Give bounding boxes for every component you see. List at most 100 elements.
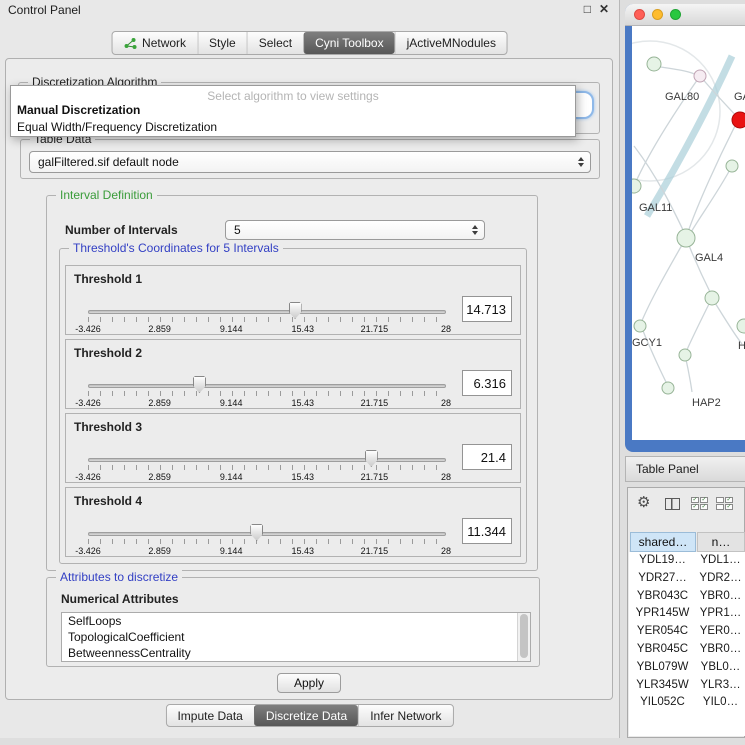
table-row[interactable]: YBR043C YBR0…: [629, 588, 745, 606]
threshold-2-slider[interactable]: -3.4262.8599.14415.4321.71528: [88, 378, 446, 408]
table-body: YDL19… YDL1… YDR27… YDR2… YBR043C YBR0… …: [629, 552, 745, 736]
list-item[interactable]: SelfLoops: [62, 613, 530, 629]
attributes-group-label: Attributes to discretize: [56, 570, 182, 584]
slider-track[interactable]: [88, 458, 446, 462]
table-cell[interactable]: YER0…: [696, 623, 745, 641]
float-window-icon[interactable]: □: [584, 2, 591, 16]
table-cell[interactable]: YBL079W: [629, 659, 696, 677]
threshold-3-slider[interactable]: -3.4262.8599.14415.4321.71528: [88, 452, 446, 482]
table-panel-header[interactable]: Table Panel: [625, 456, 745, 482]
tab-cyni-toolbox[interactable]: Cyni Toolbox: [303, 32, 394, 54]
selected-red-node[interactable]: [732, 112, 745, 128]
table-cell[interactable]: YBR0…: [696, 641, 745, 659]
table-cell[interactable]: YDR2…: [696, 570, 745, 588]
node-label-gal11: GAL11: [639, 202, 672, 214]
table-row[interactable]: YIL052C YIL0…: [629, 694, 745, 712]
network-node-gal4[interactable]: [677, 229, 695, 247]
select-columns-icon[interactable]: [665, 498, 680, 510]
close-icon[interactable]: ✕: [599, 2, 609, 16]
threshold-coordinates-group: Threshold's Coordinates for 5 Intervals …: [59, 248, 527, 564]
threshold-2-label: Threshold 2: [74, 346, 142, 360]
table-data-group: Table Data galFiltered.sif default node: [20, 139, 600, 179]
table-data-combobox[interactable]: galFiltered.sif default node: [29, 151, 591, 173]
slider-track[interactable]: [88, 532, 446, 536]
threshold-3-value-field[interactable]: 21.4: [462, 444, 512, 470]
minimize-traffic-light[interactable]: [652, 9, 663, 20]
table-cell[interactable]: YBR045C: [629, 641, 696, 659]
table-cell[interactable]: YBR0…: [696, 588, 745, 606]
table-cell[interactable]: YBR043C: [629, 588, 696, 606]
threshold-1-value-field[interactable]: 14.713: [462, 296, 512, 322]
list-item[interactable]: TopologicalCoefficient: [62, 629, 530, 645]
network-node[interactable]: [705, 291, 719, 305]
table-row[interactable]: YLR345W YLR3…: [629, 677, 745, 695]
table-cell[interactable]: YER054C: [629, 623, 696, 641]
tab-jactivemnodules[interactable]: jActiveMNodules: [395, 32, 507, 54]
network-node-hap2[interactable]: [662, 382, 674, 394]
table-cell[interactable]: YDL1…: [696, 552, 745, 570]
table-cell[interactable]: YLR345W: [629, 677, 696, 695]
menu-item-equal-width-frequency[interactable]: Equal Width/Frequency Discretization: [11, 119, 575, 136]
network-node[interactable]: [679, 349, 691, 361]
network-canvas[interactable]: GAL80 GAL GAL11 GAL4 GCY1 HAP2 H: [632, 26, 745, 440]
scrollbar[interactable]: [517, 613, 530, 661]
table-row[interactable]: YER054C YER0…: [629, 623, 745, 641]
zoom-traffic-light[interactable]: [670, 9, 681, 20]
table-row[interactable]: YDR27… YDR2…: [629, 570, 745, 588]
table-cell[interactable]: YPR1…: [696, 605, 745, 623]
table-panel-window: ⚙ shared… n… YDL19… YDL1… YDR27… YDR2… Y…: [627, 487, 745, 738]
threshold-4-slider[interactable]: -3.4262.8599.14415.4321.71528: [88, 526, 446, 556]
threshold-1-slider[interactable]: -3.4262.8599.14415.4321.71528: [88, 304, 446, 334]
table-row[interactable]: YDL19… YDL1…: [629, 552, 745, 570]
network-node[interactable]: [632, 179, 641, 193]
slider-tick-labels: -3.4262.8599.14415.4321.71528: [88, 324, 446, 334]
table-row[interactable]: YPR145W YPR1…: [629, 605, 745, 623]
apply-button[interactable]: Apply: [277, 673, 341, 693]
select-none-icon[interactable]: [716, 497, 733, 510]
tab-style[interactable]: Style: [197, 32, 247, 54]
cyni-toolbox-panel: Discretization Algorithm Select algorith…: [5, 58, 613, 700]
gear-icon[interactable]: ⚙: [637, 493, 650, 511]
table-cell[interactable]: YIL052C: [629, 694, 696, 712]
select-all-icon[interactable]: [691, 497, 708, 510]
close-traffic-light[interactable]: [634, 9, 645, 20]
slider-tick-labels: -3.4262.8599.14415.4321.71528: [88, 546, 446, 556]
tab-infer-network[interactable]: Infer Network: [358, 705, 452, 726]
tab-cyni-toolbox-label: Cyni Toolbox: [315, 36, 383, 50]
menu-item-manual-discretization[interactable]: Manual Discretization: [11, 102, 575, 119]
tab-select-label: Select: [259, 36, 292, 50]
slider-track[interactable]: [88, 310, 446, 314]
tab-discretize-data[interactable]: Discretize Data: [254, 705, 358, 726]
numerical-attributes-list[interactable]: SelfLoopsTopologicalCoefficientBetweenne…: [61, 612, 531, 662]
network-node[interactable]: [647, 57, 661, 71]
table-row[interactable]: YBL079W YBL0…: [629, 659, 745, 677]
scrollbar-thumb[interactable]: [520, 614, 528, 658]
slider-track[interactable]: [88, 384, 446, 388]
network-node[interactable]: [694, 70, 706, 82]
network-node-gcy1[interactable]: [634, 320, 646, 332]
tab-style-label: Style: [209, 36, 236, 50]
table-cell[interactable]: YLR3…: [696, 677, 745, 695]
table-cell[interactable]: YDR27…: [629, 570, 696, 588]
column-header-name[interactable]: n…: [697, 532, 745, 552]
tab-select[interactable]: Select: [247, 32, 303, 54]
stepper-icon: [472, 225, 478, 235]
column-header-shared-name[interactable]: shared…: [630, 532, 696, 552]
network-node[interactable]: [726, 160, 738, 172]
node-label-partial: GAL: [734, 91, 745, 103]
tab-network[interactable]: Network: [112, 32, 197, 54]
threshold-2-value-field[interactable]: 6.316: [462, 370, 512, 396]
network-node[interactable]: [737, 319, 745, 333]
node-label-hap2: HAP2: [692, 397, 721, 409]
list-item[interactable]: BetweennessCentrality: [62, 645, 530, 661]
threshold-4-value-field[interactable]: 11.344: [462, 518, 512, 544]
table-cell[interactable]: YDL19…: [629, 552, 696, 570]
table-row[interactable]: YBR045C YBR0…: [629, 641, 745, 659]
tab-impute-data[interactable]: Impute Data: [166, 705, 253, 726]
table-cell[interactable]: YIL0…: [696, 694, 745, 712]
table-cell[interactable]: YBL0…: [696, 659, 745, 677]
attributes-group: Attributes to discretize Numerical Attri…: [46, 577, 540, 667]
number-of-intervals-combobox[interactable]: 5: [225, 220, 485, 240]
thick-edge[interactable]: [647, 56, 732, 216]
table-cell[interactable]: YPR145W: [629, 605, 696, 623]
